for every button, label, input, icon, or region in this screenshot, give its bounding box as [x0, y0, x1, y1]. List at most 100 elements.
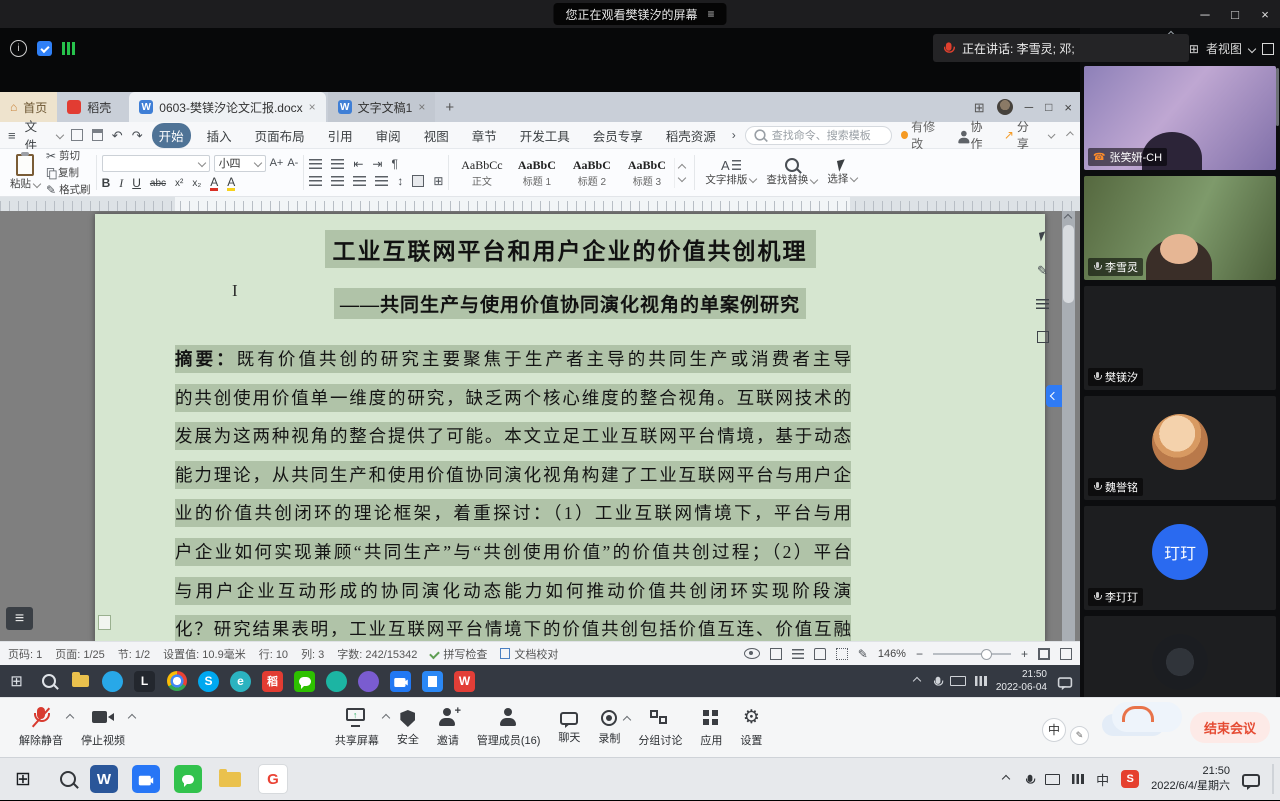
outline-float-button[interactable]: ≡ — [6, 607, 33, 630]
find-replace-button[interactable]: 查找替换 — [761, 151, 822, 194]
camera-options-icon[interactable] — [128, 714, 136, 722]
menu-start[interactable]: 开始 — [152, 123, 191, 148]
horizontal-ruler[interactable] — [0, 197, 1080, 212]
show-desktop-button[interactable] — [1272, 764, 1274, 794]
menu-docer-res[interactable]: 稻壳资源 — [659, 123, 723, 148]
host-wechat-icon[interactable] — [174, 765, 202, 793]
fullscreen-icon[interactable] — [1262, 43, 1274, 55]
host-clock[interactable]: 21:50 2022/6/4/星期六 — [1151, 764, 1230, 794]
tray-mic-icon[interactable] — [931, 677, 938, 685]
align-right-icon[interactable] — [353, 176, 366, 186]
style-heading3[interactable]: AaBbC 标题 3 — [619, 158, 675, 188]
app-teal-icon[interactable] — [326, 671, 347, 692]
stats-bars-icon[interactable] — [62, 42, 77, 55]
vertical-scrollbar[interactable] — [1062, 211, 1075, 641]
document-canvas[interactable]: 工业互联网平台和用户企业的价值共创机理 ——共同生产与使用价值协同演化视角的单案… — [0, 211, 1080, 641]
host-tray-mic-icon[interactable] — [1024, 775, 1031, 783]
cut-button[interactable]: ✂剪切 — [46, 148, 91, 163]
align-left-icon[interactable] — [309, 176, 322, 186]
web-view-icon[interactable] — [836, 648, 848, 660]
ink-icon[interactable]: ✎ — [858, 648, 868, 660]
comment-marker-icon[interactable] — [98, 615, 111, 630]
view-mode-chevron-icon[interactable] — [1248, 44, 1256, 52]
pointer-tool-icon[interactable] — [1038, 232, 1046, 242]
split-window-icon[interactable]: ⊞ — [974, 101, 985, 114]
menu-page-layout[interactable]: 页面布局 — [248, 123, 312, 148]
tab-document-2[interactable]: W 文字文稿1 × — [328, 92, 436, 122]
style-heading1[interactable]: AaBbC 标题 1 — [509, 158, 564, 188]
style-heading2[interactable]: AaBbC 标题 2 — [564, 158, 619, 188]
share-button[interactable]: ↗ 分享 — [1004, 118, 1037, 152]
record-button[interactable]: 录制 — [589, 709, 629, 746]
redo-icon[interactable]: ↷ — [132, 129, 143, 142]
fit-page-icon[interactable] — [1038, 648, 1050, 660]
tab-docer[interactable]: 稻壳 — [57, 92, 121, 122]
superscript-button[interactable]: x² — [175, 178, 183, 189]
zoom-knob[interactable] — [981, 649, 992, 660]
collapse-ribbon-icon[interactable] — [1065, 131, 1073, 139]
sogou-icon[interactable]: S — [1121, 770, 1139, 788]
ruler-tool-icon[interactable] — [1036, 299, 1049, 309]
skype-icon[interactable]: S — [198, 671, 219, 692]
tab-document-active[interactable]: W 0603-樊镁汐论文汇报.docx × — [129, 92, 325, 122]
shading-icon[interactable] — [412, 175, 424, 187]
menu-section[interactable]: 章节 — [465, 123, 504, 148]
bullet-list-icon[interactable] — [309, 159, 322, 169]
menu-insert[interactable]: 插入 — [200, 123, 239, 148]
fullscreen-doc-icon[interactable] — [1060, 648, 1072, 660]
minimize-icon[interactable]: ─ — [1190, 0, 1220, 28]
participant-tile[interactable]: 玎玎 李玎玎 — [1084, 506, 1276, 610]
tencent-docs-icon[interactable] — [422, 671, 443, 692]
font-color-button[interactable]: A — [210, 176, 218, 191]
collab-location-marker[interactable] — [1046, 385, 1062, 407]
pen-tool-icon[interactable]: ✎ — [1037, 264, 1048, 277]
line-spacing-icon[interactable]: ↕ — [397, 175, 403, 187]
undo-icon[interactable]: ↶ — [112, 129, 123, 142]
participant-tile[interactable]: 魏誉铭 — [1084, 396, 1276, 500]
collab-button[interactable]: 协作 — [955, 118, 992, 152]
zoom-in-icon[interactable]: + — [1021, 648, 1028, 660]
host-search-icon[interactable] — [60, 771, 76, 787]
manage-members-button[interactable]: 管理成员(16) — [468, 707, 550, 748]
ime-badge[interactable]: 中 — [1042, 718, 1066, 742]
numbered-list-icon[interactable] — [331, 159, 344, 169]
stop-video-button[interactable]: 停止视频 — [72, 707, 134, 748]
document-page[interactable]: 工业互联网平台和用户企业的价值共创机理 ——共同生产与使用价值协同演化视角的单案… — [95, 214, 1045, 641]
read-view-icon[interactable] — [814, 648, 826, 660]
host-ime-indicator[interactable]: 中 — [1096, 770, 1109, 789]
wps-minimize-icon[interactable]: ─ — [1025, 100, 1034, 114]
view-mode-label[interactable]: 者视图 — [1206, 40, 1242, 57]
expand-down-icon[interactable] — [1048, 131, 1056, 139]
docer-app-icon[interactable]: 稻 — [262, 671, 283, 692]
grid-view-icon[interactable]: ⊞ — [1189, 43, 1199, 55]
host-wemeet-icon[interactable] — [132, 765, 160, 793]
spellcheck-button[interactable]: 拼写检查 — [430, 646, 487, 662]
shrink-font-button[interactable]: A- — [287, 158, 298, 169]
wemeet-icon[interactable] — [390, 671, 411, 692]
scrollbar-thumb[interactable] — [1063, 225, 1074, 303]
chrome-icon[interactable] — [166, 671, 187, 692]
style-scroll-down-icon[interactable] — [678, 173, 686, 181]
action-center-icon[interactable] — [1242, 774, 1260, 787]
host-start-icon[interactable]: ⊞ — [0, 758, 46, 801]
italic-button[interactable]: I — [119, 176, 123, 191]
save-icon[interactable] — [71, 129, 82, 141]
menu-member[interactable]: 会员专享 — [586, 123, 650, 148]
command-search-input[interactable]: 查找命令、搜索模板 — [745, 126, 892, 145]
eye-protect-icon[interactable] — [744, 648, 760, 659]
host-explorer-icon[interactable] — [216, 765, 244, 793]
unmute-button[interactable]: 解除静音 — [10, 707, 72, 748]
app-purple-icon[interactable] — [358, 671, 379, 692]
menu-references[interactable]: 引用 — [321, 123, 360, 148]
notification-icon[interactable] — [1058, 677, 1072, 687]
close-icon[interactable]: × — [1250, 0, 1280, 28]
host-tray-expand-icon[interactable] — [1002, 775, 1010, 783]
share-screen-button[interactable]: ↑ 共享屏幕 — [326, 707, 388, 748]
sidebar-scrollbar[interactable] — [1276, 68, 1279, 126]
menu-review[interactable]: 审阅 — [369, 123, 408, 148]
user-avatar[interactable] — [997, 99, 1013, 115]
search-taskbar-icon[interactable] — [38, 671, 59, 692]
font-name-select[interactable] — [102, 155, 210, 172]
protect-icon[interactable] — [37, 41, 52, 56]
participant-tile[interactable]: ☎ 张笑妍-CH — [1084, 66, 1276, 170]
